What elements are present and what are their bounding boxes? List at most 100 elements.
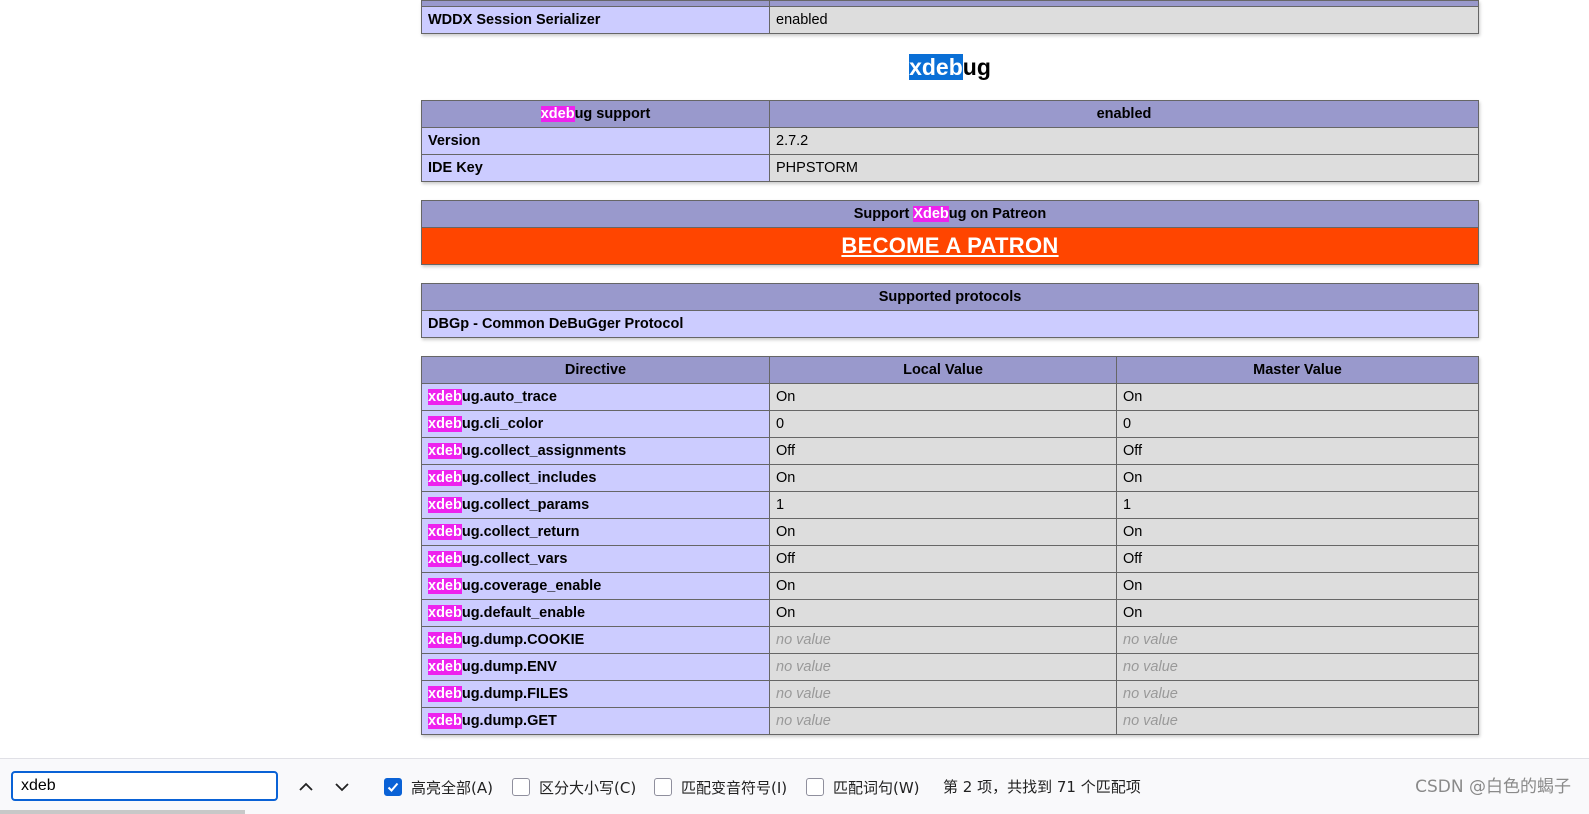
match-highlight: xdeb [428, 632, 462, 648]
match-highlight: xdeb [428, 443, 462, 459]
find-previous-button[interactable] [292, 773, 320, 801]
ide-key-value: PHPSTORM [769, 154, 1479, 182]
match-diacritics-label: 匹配变音符号(I) [681, 778, 788, 797]
no-value-text: no value [776, 713, 831, 729]
find-next-button[interactable] [328, 773, 356, 801]
checkmark-icon [387, 782, 399, 792]
table-row: xdebug.collect_params 1 1 [421, 491, 1479, 519]
match-highlight: xdeb [428, 524, 462, 540]
directive-name-rest: ug.auto_trace [461, 389, 557, 405]
local-value: On [769, 383, 1117, 411]
master-value: On [1116, 518, 1479, 546]
table-row: xdebug.collect_return On On [421, 518, 1479, 546]
local-value: 1 [769, 491, 1117, 519]
directive-name-rest: ug.dump.FILES [461, 686, 569, 702]
master-value: no value [1116, 653, 1479, 681]
master-value: On [1116, 464, 1479, 492]
master-value: On [1116, 599, 1479, 627]
master-value: 0 [1116, 410, 1479, 438]
horizontal-scrollbar[interactable] [0, 810, 245, 814]
support-header-value: enabled [769, 100, 1479, 128]
match-diacritics-checkbox[interactable] [654, 778, 672, 796]
local-value: 0 [769, 410, 1117, 438]
patreon-header: Support Xdebug on Patreon [421, 200, 1479, 228]
find-input[interactable] [11, 771, 278, 801]
directive-name: xdebug.collect_vars [421, 545, 770, 573]
chevron-down-icon [335, 783, 349, 792]
find-status: 第 2 项，共找到 71 个匹配项 [943, 778, 1141, 796]
match-highlight: xdeb [540, 106, 575, 122]
directive-header: Directive [421, 356, 770, 384]
match-highlight: xdeb [428, 686, 462, 702]
local-value: On [769, 464, 1117, 492]
table-row: xdebug.coverage_enable On On [421, 572, 1479, 600]
match-case-checkbox[interactable] [512, 778, 530, 796]
table-row: xdebug.collect_assignments Off Off [421, 437, 1479, 465]
table-row: xdebug.dump.GET no value no value [421, 707, 1479, 735]
local-value: no value [769, 626, 1117, 654]
directives-body: xdebug.auto_trace On On xdebug.cli_color 0 0 x… [421, 383, 1479, 735]
no-value-text: no value [1123, 659, 1178, 675]
directive-name: xdebug.coverage_enable [421, 572, 770, 600]
master-value: On [1116, 572, 1479, 600]
table-row: xdebug.dump.FILES no value no value [421, 680, 1479, 708]
protocols-table: Supported protocols DBGp - Common DeBuGg… [421, 283, 1479, 338]
no-value-text: no value [1123, 713, 1178, 729]
directive-name: xdebug.collect_params [421, 491, 770, 519]
directive-name: xdebug.auto_trace [421, 383, 770, 411]
directive-name-rest: ug.collect_params [461, 497, 590, 513]
table-row: xdebug.collect_includes On On [421, 464, 1479, 492]
highlight-all-label: 高亮全部(A) [411, 778, 493, 797]
directive-name: xdebug.collect_return [421, 518, 770, 546]
master-value: On [1116, 383, 1479, 411]
watermark: CSDN @白色的蝎子 [1415, 777, 1571, 797]
ide-key-label: IDE Key [421, 154, 770, 182]
local-value: Off [769, 437, 1117, 465]
highlight-all-checkbox[interactable] [384, 778, 402, 796]
match-highlight: xdeb [428, 551, 462, 567]
become-patron-link[interactable]: BECOME A PATRON [841, 233, 1058, 258]
directive-name-rest: ug.dump.ENV [461, 659, 557, 675]
table-row: xdebug.dump.COOKIE no value no value [421, 626, 1479, 654]
no-value-text: no value [1123, 632, 1178, 648]
match-case-option[interactable]: 区分大小写(C) [512, 774, 636, 800]
match-diacritics-option[interactable]: 匹配变音符号(I) [654, 774, 787, 800]
local-value-header: Local Value [769, 356, 1117, 384]
directive-name-rest: ug.dump.GET [461, 713, 557, 729]
section-title-rest: ug [962, 54, 991, 80]
master-value: 1 [1116, 491, 1479, 519]
master-value: no value [1116, 626, 1479, 654]
no-value-text: no value [776, 632, 831, 648]
match-highlight: xdeb [428, 578, 462, 594]
directive-name: xdebug.collect_assignments [421, 437, 770, 465]
page-viewport[interactable]: WDDX Session Serializer enabled xdebug x… [0, 0, 1589, 758]
local-value: no value [769, 653, 1117, 681]
local-value: Off [769, 545, 1117, 573]
version-label: Version [421, 127, 770, 155]
local-value: On [769, 518, 1117, 546]
whole-words-option[interactable]: 匹配词句(W) [806, 774, 920, 800]
directive-name: xdebug.dump.FILES [421, 680, 770, 708]
support-header: xdebug support [421, 100, 770, 128]
support-table: xdebug support enabled Version 2.7.2 IDE… [421, 100, 1479, 182]
version-value: 2.7.2 [769, 127, 1479, 155]
directive-name: xdebug.dump.GET [421, 707, 770, 735]
table-row: xdebug.collect_vars Off Off [421, 545, 1479, 573]
no-value-text: no value [776, 686, 831, 702]
section-title: xdebug [421, 52, 1479, 82]
directive-name-rest: ug.cli_color [461, 416, 544, 432]
table-row: xdebug.default_enable On On [421, 599, 1479, 627]
table-row: xdebug.cli_color 0 0 [421, 410, 1479, 438]
session-serializer-label: WDDX Session Serializer [421, 6, 770, 34]
directive-name: xdebug.dump.COOKIE [421, 626, 770, 654]
whole-words-checkbox[interactable] [806, 778, 824, 796]
directive-name-rest: ug.coverage_enable [461, 578, 602, 594]
master-value: Off [1116, 545, 1479, 573]
patreon-table: Support Xdebug on Patreon BECOME A PATRO… [421, 200, 1479, 265]
directive-name-rest: ug.dump.COOKIE [461, 632, 585, 648]
match-case-label: 区分大小写(C) [539, 778, 637, 797]
chevron-up-icon [299, 782, 313, 791]
no-value-text: no value [1123, 686, 1178, 702]
master-value: no value [1116, 680, 1479, 708]
highlight-all-option[interactable]: 高亮全部(A) [384, 774, 493, 800]
